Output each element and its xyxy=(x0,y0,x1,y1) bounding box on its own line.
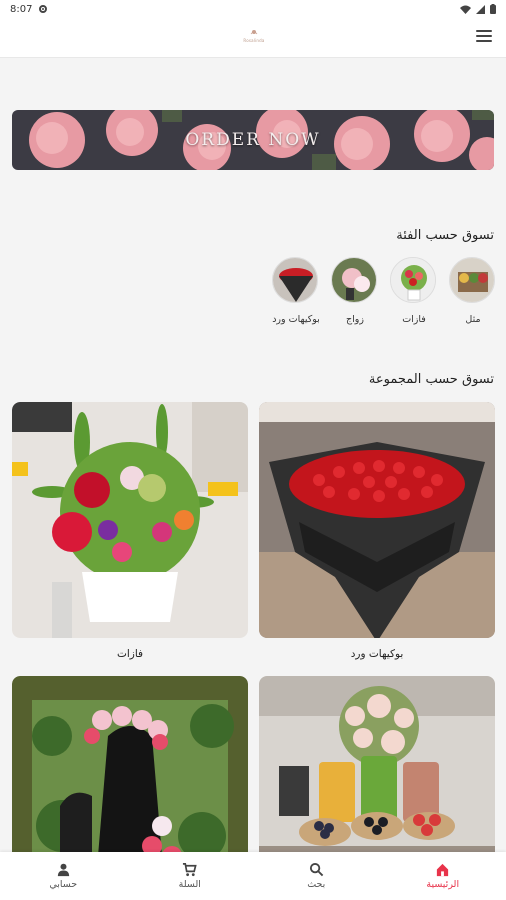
category-item-1[interactable]: مثل xyxy=(449,257,497,329)
wifi-icon xyxy=(460,5,471,14)
category-label: زواج xyxy=(346,314,364,325)
screen: 8:07 Rosalinda ORDER NOW تسوق حسب الفئة … xyxy=(0,0,506,900)
nav-label: السلة xyxy=(178,879,201,890)
category-item-3[interactable]: زواج xyxy=(331,257,379,329)
nav-item-account[interactable]: حسابي xyxy=(0,852,127,900)
category-section-title: تسوق حسب الفئة xyxy=(396,228,494,243)
battery-icon xyxy=(490,4,496,14)
collection-label: بوكيهات ورد xyxy=(350,648,404,660)
cart-icon xyxy=(183,863,197,877)
nav-item-cart[interactable]: السلة xyxy=(127,852,254,900)
signal-icon xyxy=(476,4,485,14)
category-image xyxy=(449,257,495,303)
order-now-banner[interactable]: ORDER NOW xyxy=(12,110,494,170)
collection-image xyxy=(259,402,495,638)
category-item-4[interactable]: بوكيهات ورد xyxy=(272,257,320,329)
category-label: مثل xyxy=(465,314,481,325)
category-label: فازات xyxy=(402,314,426,325)
category-item-2[interactable]: فازات xyxy=(390,257,438,329)
bottom-navigation: الرئيسية بحث السلة حسابي xyxy=(0,852,506,900)
menu-icon[interactable] xyxy=(476,30,492,44)
category-image xyxy=(272,257,318,303)
nav-item-home[interactable]: الرئيسية xyxy=(380,852,506,900)
nav-label: الرئيسية xyxy=(426,879,460,890)
search-icon xyxy=(309,862,324,877)
status-time: 8:07 xyxy=(10,3,33,15)
category-image xyxy=(331,257,377,303)
brand-logo-text: Rosalinda xyxy=(243,38,265,43)
brand-logo[interactable]: Rosalinda xyxy=(234,28,274,46)
home-icon xyxy=(437,863,449,877)
status-bar: 8:07 xyxy=(0,0,506,18)
collection-card-vases[interactable] xyxy=(12,402,248,638)
nav-label: حسابي xyxy=(49,879,78,890)
collection-section-title: تسوق حسب المجموعة xyxy=(368,372,494,387)
nav-label: بحث xyxy=(307,879,326,890)
category-image xyxy=(390,257,436,303)
person-icon xyxy=(57,863,69,877)
collection-card-bouquets[interactable] xyxy=(259,402,495,638)
collection-image xyxy=(12,402,248,638)
settings-icon xyxy=(39,5,48,13)
app-bar: Rosalinda xyxy=(0,18,506,58)
nav-item-search[interactable]: بحث xyxy=(253,852,380,900)
collection-label: فازات xyxy=(116,648,144,660)
banner-text: ORDER NOW xyxy=(185,130,321,150)
category-label: بوكيهات ورد xyxy=(272,314,320,325)
